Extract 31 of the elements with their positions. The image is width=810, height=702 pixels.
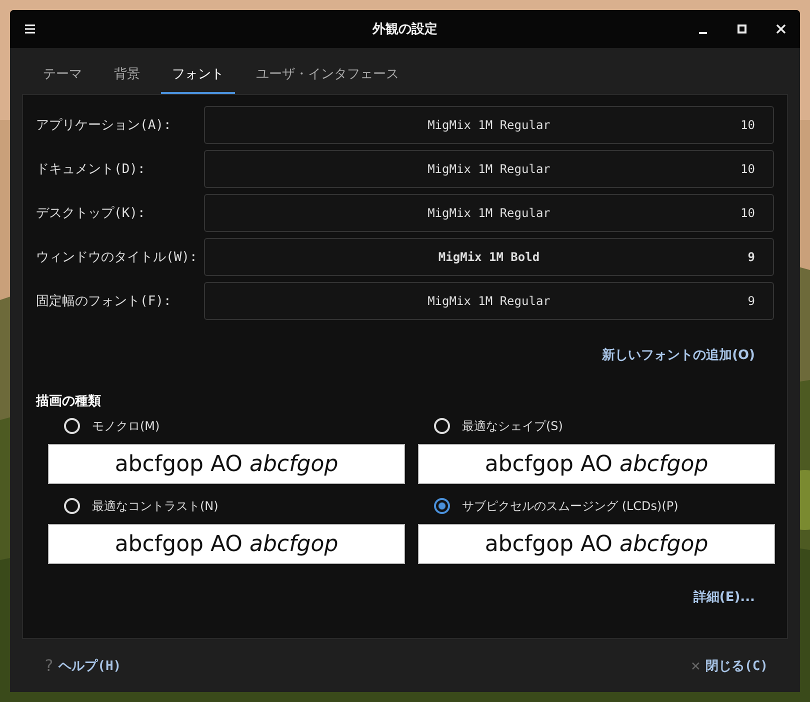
add-font-button[interactable]: 新しいフォントの追加(O) — [598, 342, 759, 368]
font-button[interactable]: MigMix 1M Regular 10 — [204, 194, 774, 232]
font-preview: abcfgop AO abcfgop — [48, 444, 405, 484]
radio-option[interactable]: モノクロ(M) — [48, 416, 405, 436]
close-icon[interactable] — [776, 24, 786, 34]
field-label: 固定幅のフォント(F): — [36, 293, 172, 310]
font-button[interactable]: MigMix 1M Regular 9 — [204, 282, 774, 320]
section-heading: 描画の種類 — [36, 393, 102, 410]
field-label: デスクトップ(K): — [36, 205, 146, 222]
tab[interactable]: 背景 — [103, 62, 151, 94]
font-button[interactable]: MigMix 1M Regular 10 — [204, 106, 774, 144]
close-button[interactable]: × 閉じる(C) — [686, 652, 772, 679]
field-label: アプリケーション(A): — [36, 117, 172, 134]
field-label: ドキュメント(D): — [36, 161, 146, 178]
font-preview: abcfgop AO abcfgop — [418, 444, 775, 484]
menu-icon[interactable] — [25, 24, 35, 34]
radio-option[interactable]: 最適なシェイプ(S) — [418, 416, 775, 436]
maximize-icon[interactable] — [737, 24, 747, 34]
help-button[interactable]: ? ヘルプ(H) — [40, 652, 126, 679]
details-button[interactable]: 詳細(E)... — [689, 584, 759, 610]
radio-option[interactable]: サブピクセルのスムージング (LCDs)(P) — [418, 496, 775, 516]
font-button[interactable]: MigMix 1M Regular 10 — [204, 150, 774, 188]
tab[interactable]: テーマ — [32, 62, 93, 94]
font-button[interactable]: MigMix 1M Bold 9 — [204, 238, 774, 276]
font-preview: abcfgop AO abcfgop — [418, 524, 775, 564]
radio-button[interactable] — [434, 498, 450, 514]
tab[interactable]: ユーザ・インタフェース — [245, 62, 410, 94]
window-title: 外観の設定 — [372, 20, 438, 38]
font-preview: abcfgop AO abcfgop — [48, 524, 405, 564]
field-label: ウィンドウのタイトル(W): — [36, 249, 198, 266]
radio-option[interactable]: 最適なコントラスト(N) — [48, 496, 405, 516]
